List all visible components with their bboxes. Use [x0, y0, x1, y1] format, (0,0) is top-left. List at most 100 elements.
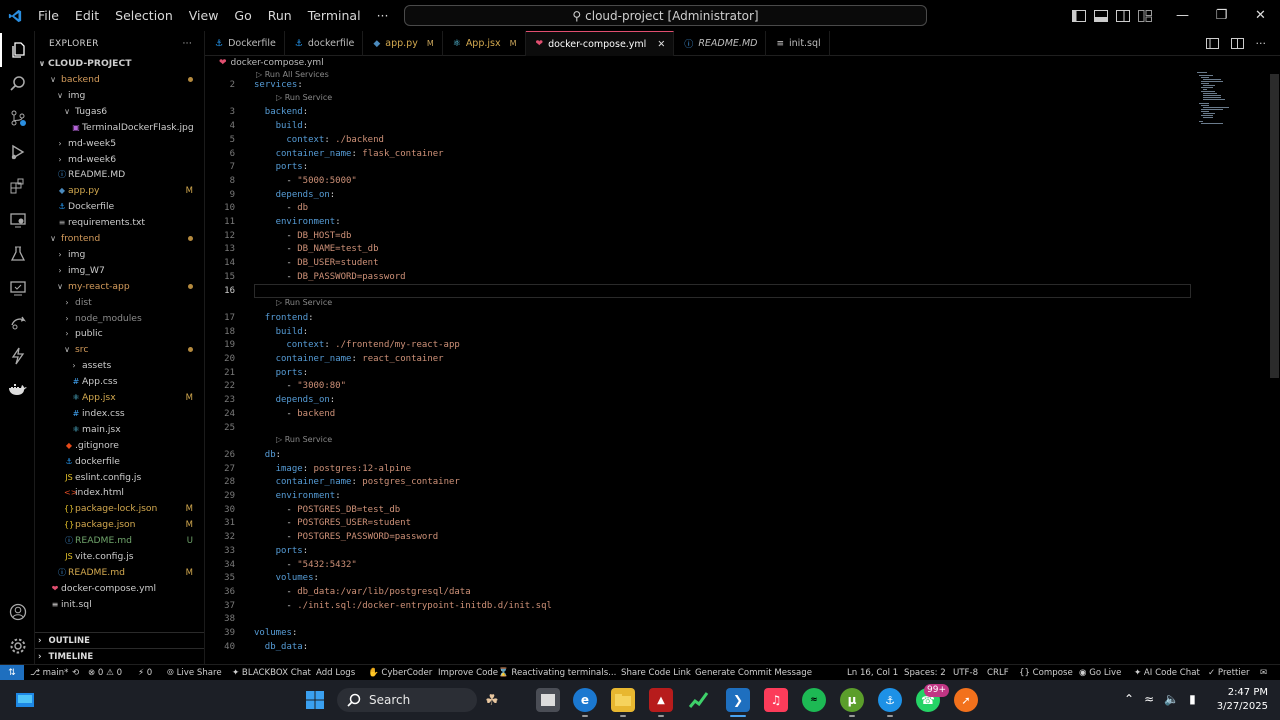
remote-window-icon[interactable]	[0, 271, 35, 305]
menu-item[interactable]: Run	[260, 0, 300, 31]
tree-file[interactable]: ⓘ README.MD	[35, 167, 204, 183]
vertical-scrollbar[interactable]	[1270, 74, 1279, 378]
tree-file[interactable]: ▣ TerminalDockerFlask.jpg	[35, 120, 204, 136]
battery-icon[interactable]: ▮	[1189, 692, 1196, 706]
testing-icon[interactable]	[0, 237, 35, 271]
status-item[interactable]: Improve Code	[438, 665, 498, 681]
status-item[interactable]: Add Logs	[316, 665, 355, 681]
windows-start-icon[interactable]	[303, 688, 327, 712]
code-editor[interactable]: ▷ Run All Services 2 services: ▷ Run Servic…	[205, 70, 1280, 664]
tree-file[interactable]: JS eslint.config.js	[35, 470, 204, 486]
status-item[interactable]: Spaces: 2	[904, 665, 946, 681]
tree-folder[interactable]: ∨ Tugas6	[35, 104, 204, 120]
outline-section[interactable]: › OUTLINE	[35, 632, 204, 648]
toggle-secondary-sidebar-icon[interactable]	[1116, 9, 1130, 22]
more-actions-button[interactable]: ···	[1256, 37, 1267, 50]
speaker-icon[interactable]: 🔈	[1164, 692, 1179, 706]
taskbar-clock[interactable]: 2:47 PM 3/27/2025	[1217, 686, 1268, 714]
minimap[interactable]	[1195, 70, 1255, 130]
docker-icon[interactable]	[0, 373, 35, 407]
source-control-icon[interactable]	[0, 101, 35, 135]
widgets-icon[interactable]: ☘	[480, 688, 504, 712]
codelens-run-all-services[interactable]: ▷ Run All Services	[256, 70, 329, 79]
thunder-client-icon[interactable]	[0, 339, 35, 373]
menu-item[interactable]: Edit	[67, 0, 107, 31]
remote-indicator-icon[interactable]: ⇅	[0, 665, 24, 681]
tree-file[interactable]: ≡ requirements.txt	[35, 215, 204, 231]
explorer-more-button[interactable]: ···	[183, 39, 192, 49]
editor-tab[interactable]: ◆ app.py M	[363, 31, 443, 56]
tree-file[interactable]: ❤ docker-compose.yml	[35, 581, 204, 597]
minimize-icon[interactable]: —	[1163, 0, 1202, 31]
codelens-run-service[interactable]: ▷ Run Service	[276, 435, 332, 444]
breadcrumb-file[interactable]: docker-compose.yml	[231, 58, 324, 68]
open-preview-icon[interactable]	[1205, 38, 1219, 49]
menu-item[interactable]: Terminal	[300, 0, 369, 31]
status-item[interactable]: ✦ AI Code Chat	[1134, 665, 1200, 681]
status-item[interactable]: CRLF	[987, 665, 1009, 681]
taskbar-search[interactable]: Search	[337, 688, 477, 712]
tree-file[interactable]: # App.css	[35, 374, 204, 390]
run-debug-icon[interactable]	[0, 135, 35, 169]
tree-file[interactable]: {} package.json M	[35, 517, 204, 533]
tree-file[interactable]: ⚛ main.jsx	[35, 422, 204, 438]
tree-file[interactable]: ◆ app.py M	[35, 183, 204, 199]
stock-chart-app-icon[interactable]	[687, 688, 711, 712]
status-item[interactable]: Ln 16, Col 1	[847, 665, 898, 681]
accounts-icon[interactable]	[0, 595, 35, 629]
status-item[interactable]: ⎇ main*	[30, 665, 68, 681]
status-item[interactable]: ✋ CyberCoder	[368, 665, 432, 681]
tree-folder[interactable]: › node_modules	[35, 311, 204, 327]
tree-file[interactable]: ⓘ README.md M	[35, 565, 204, 581]
status-item[interactable]: ⚡ 0	[138, 665, 152, 681]
close-tab-icon[interactable]: ✕	[657, 39, 665, 50]
editor-tab[interactable]: ⚓ Dockerfile	[205, 31, 285, 56]
red-app-icon[interactable]: ▲	[649, 688, 673, 712]
menu-more-button[interactable]: ···	[369, 0, 397, 31]
toggle-panel-icon[interactable]	[1094, 9, 1108, 22]
tree-folder[interactable]: › img_W7	[35, 263, 204, 279]
menu-item[interactable]: Selection	[107, 0, 181, 31]
tree-file[interactable]: <> index.html	[35, 485, 204, 501]
status-item[interactable]: ✉	[1260, 665, 1267, 681]
menu-item[interactable]: Go	[226, 0, 259, 31]
tree-folder[interactable]: › md-week5	[35, 136, 204, 152]
tree-folder[interactable]: › assets	[35, 358, 204, 374]
close-icon[interactable]: ✕	[1241, 0, 1280, 31]
tree-folder[interactable]: › md-week6	[35, 152, 204, 168]
menu-item[interactable]: View	[181, 0, 227, 31]
music-app-icon[interactable]: ♫	[764, 688, 788, 712]
codelens-run-service[interactable]: ▷ Run Service	[276, 298, 332, 307]
live-share-icon[interactable]	[0, 305, 35, 339]
status-item[interactable]: Generate Commit Message	[695, 665, 812, 681]
command-center[interactable]: ⚲ cloud-project [Administrator]	[404, 5, 927, 26]
status-item[interactable]: Share Code Link	[621, 665, 691, 681]
status-item[interactable]: ✓ Prettier	[1208, 665, 1250, 681]
tree-folder[interactable]: ∨ backend	[35, 72, 204, 88]
toggle-primary-sidebar-icon[interactable]	[1072, 9, 1086, 22]
extensions-icon[interactable]	[0, 169, 35, 203]
tree-folder[interactable]: ∨ img	[35, 88, 204, 104]
settings-gear-icon[interactable]	[0, 629, 35, 663]
tree-file[interactable]: ◆ .gitignore	[35, 438, 204, 454]
explorer-icon[interactable]	[0, 33, 35, 67]
editor-tab[interactable]: ≡ init.sql	[766, 31, 830, 56]
search-icon[interactable]	[0, 67, 35, 101]
tree-file[interactable]: ≡ init.sql	[35, 597, 204, 613]
tree-file[interactable]: ⓘ README.md U	[35, 533, 204, 549]
spotify-icon[interactable]: ≈	[802, 688, 826, 712]
status-item[interactable]: UTF-8	[953, 665, 978, 681]
menu-item[interactable]: File	[30, 0, 67, 31]
edge-browser-icon[interactable]: e	[573, 688, 597, 712]
editor-tab[interactable]: ⚛ App.jsx M	[443, 31, 526, 56]
tree-folder[interactable]: › public	[35, 326, 204, 342]
editor-tab[interactable]: ⓘ README.MD	[674, 31, 767, 56]
tree-file[interactable]: ⚓ Dockerfile	[35, 199, 204, 215]
status-item[interactable]: ◉ Go Live	[1079, 665, 1121, 681]
file-explorer-icon[interactable]	[611, 688, 635, 712]
status-item[interactable]: ⌛ Reactivating terminals...	[498, 665, 616, 681]
tree-folder[interactable]: › dist	[35, 295, 204, 311]
docker-desktop-icon[interactable]: ⚓	[878, 688, 902, 712]
restore-icon[interactable]: ❐	[1202, 0, 1241, 31]
tree-file[interactable]: # index.css	[35, 406, 204, 422]
